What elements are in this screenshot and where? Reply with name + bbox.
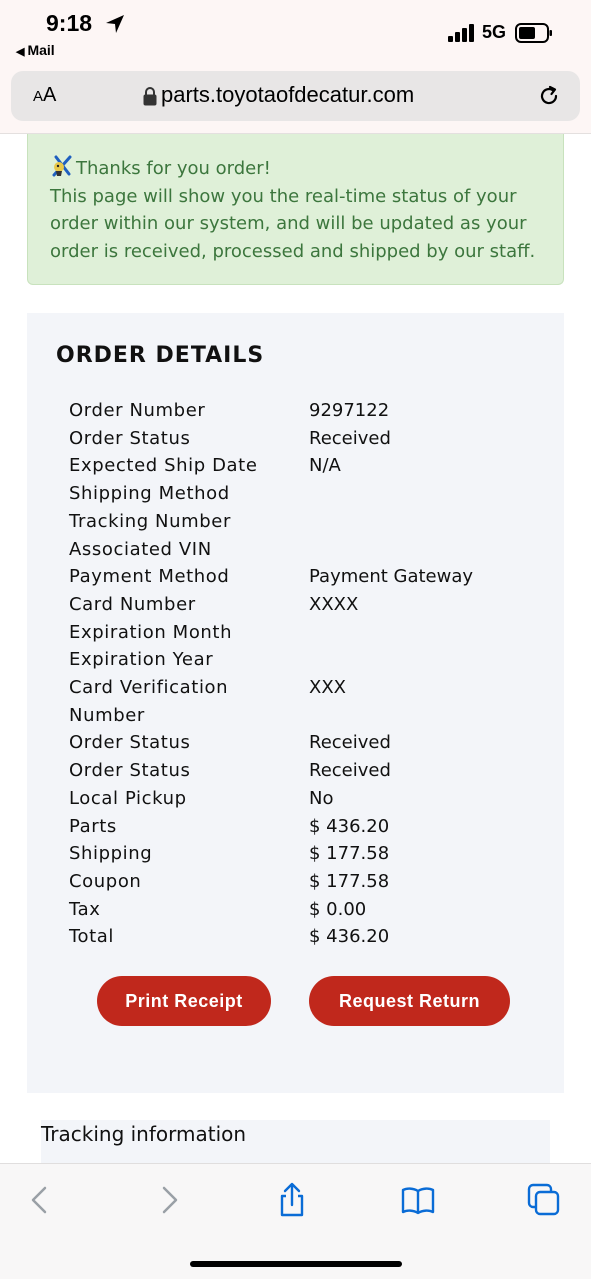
order-detail-label: Card Number bbox=[69, 593, 196, 615]
order-detail-row: Expiration Year bbox=[69, 646, 529, 674]
order-detail-row: Coupon $ 177.58 bbox=[69, 868, 529, 896]
reader-settings-button[interactable]: AA bbox=[33, 84, 56, 107]
order-detail-row: Number bbox=[69, 702, 529, 730]
status-bar: 9:18 ◀ Mail 5G bbox=[0, 0, 591, 64]
home-indicator[interactable] bbox=[190, 1261, 402, 1267]
order-detail-label: Total bbox=[69, 926, 115, 948]
order-detail-row: Local Pickup No bbox=[69, 785, 529, 813]
order-details-title: ORDER DETAILS bbox=[56, 343, 265, 368]
bookmarks-icon[interactable] bbox=[400, 1182, 436, 1218]
order-detail-label: Local Pickup bbox=[69, 787, 187, 809]
back-to-mail-link[interactable]: ◀ Mail bbox=[16, 42, 55, 58]
order-detail-label: Order Status bbox=[69, 732, 191, 754]
print-receipt-button[interactable]: Print Receipt bbox=[97, 976, 271, 1026]
order-detail-value: $ 436.20 bbox=[309, 815, 390, 837]
order-detail-value: XXXX bbox=[309, 593, 359, 615]
tabs-icon[interactable] bbox=[526, 1182, 562, 1218]
order-detail-label: Tracking Number bbox=[69, 510, 231, 532]
order-detail-row: Order Status Received bbox=[69, 729, 529, 757]
order-detail-label: Order Number bbox=[69, 400, 206, 421]
order-detail-value: $ 177.58 bbox=[309, 870, 390, 892]
order-detail-row: Associated VIN bbox=[69, 536, 529, 564]
order-detail-label: Card Verification bbox=[69, 677, 229, 699]
tracking-information-heading: Tracking information bbox=[41, 1120, 550, 1164]
order-detail-value bbox=[309, 480, 529, 508]
order-success-alert: Thanks for you order! This page will sho… bbox=[27, 134, 564, 285]
order-detail-label: Associated VIN bbox=[69, 538, 212, 560]
order-detail-label: Parts bbox=[69, 815, 117, 837]
order-detail-value bbox=[309, 646, 529, 674]
location-arrow-icon bbox=[106, 15, 124, 33]
order-detail-row: Tax $ 0.00 bbox=[69, 896, 529, 924]
order-detail-value: No bbox=[309, 787, 334, 809]
alert-line: Thanks for you order! bbox=[50, 154, 547, 183]
order-detail-label: Expected Ship Date bbox=[69, 455, 258, 477]
order-detail-row: Card Number XXXX bbox=[69, 591, 529, 619]
order-detail-label: Coupon bbox=[69, 870, 142, 892]
order-detail-row: Shipping $ 177.58 bbox=[69, 840, 529, 868]
order-detail-value: 9297122 bbox=[309, 400, 390, 421]
reload-icon[interactable] bbox=[536, 83, 562, 109]
order-detail-value: N/A bbox=[309, 455, 341, 477]
order-detail-value: $ 0.00 bbox=[309, 898, 367, 920]
request-return-button[interactable]: Request Return bbox=[309, 976, 510, 1026]
alert-line: This page will show you the real-time st… bbox=[50, 185, 517, 207]
order-detail-row: Order Status Received bbox=[69, 425, 529, 453]
order-detail-value bbox=[309, 702, 529, 730]
order-detail-value: Payment Gateway bbox=[309, 566, 474, 588]
order-detail-label: Shipping bbox=[69, 843, 153, 865]
order-detail-label: Payment Method bbox=[69, 566, 230, 588]
order-detail-label: Number bbox=[69, 704, 145, 726]
order-detail-label: Tax bbox=[69, 898, 101, 920]
alert-line: order is received, processed and shipped… bbox=[50, 240, 536, 262]
network-type: 5G bbox=[482, 22, 507, 42]
order-detail-row: Payment Method Payment Gateway bbox=[69, 563, 529, 591]
lock-icon bbox=[143, 87, 157, 106]
share-icon[interactable] bbox=[274, 1182, 310, 1218]
order-detail-row: Card Verification XXX bbox=[69, 674, 529, 702]
order-detail-row: Order Status Received bbox=[69, 757, 529, 785]
order-detail-row: Expected Ship Date N/A bbox=[69, 452, 529, 480]
alert-line: order within our system, and will be upd… bbox=[50, 213, 527, 234]
order-detail-value bbox=[309, 619, 529, 647]
back-triangle-icon: ◀ bbox=[16, 46, 25, 58]
order-detail-label: Expiration Year bbox=[69, 649, 214, 671]
order-detail-label: Order Status bbox=[69, 427, 191, 449]
order-detail-row: Parts $ 436.20 bbox=[69, 813, 529, 841]
order-detail-label: Order Status bbox=[69, 760, 191, 782]
mascot-icon bbox=[52, 155, 72, 177]
clock: 9:18 bbox=[46, 10, 93, 36]
order-detail-row: Expiration Month bbox=[69, 619, 529, 647]
order-detail-row: Tracking Number bbox=[69, 508, 529, 536]
order-detail-value: Received bbox=[309, 732, 391, 754]
order-detail-value: $ 436.20 bbox=[309, 926, 390, 948]
address-bar[interactable]: AA parts.toyotaofdecatur.com bbox=[11, 71, 580, 121]
cellular-signal-icon bbox=[448, 24, 474, 42]
order-details-panel: ORDER DETAILS Order Number 9297122 Order S… bbox=[27, 313, 564, 1093]
order-detail-value: Received bbox=[309, 427, 391, 449]
back-label: Mail bbox=[27, 42, 55, 58]
url-text[interactable]: parts.toyotaofdecatur.com bbox=[161, 82, 414, 108]
order-detail-label: Shipping Method bbox=[69, 483, 230, 505]
forward-chevron-icon[interactable] bbox=[151, 1182, 187, 1218]
battery-icon bbox=[515, 23, 552, 43]
order-detail-value: XXX bbox=[309, 677, 346, 699]
order-detail-label: Expiration Month bbox=[69, 621, 233, 643]
order-detail-value: $ 177.58 bbox=[309, 843, 390, 865]
back-chevron-icon[interactable] bbox=[22, 1182, 58, 1218]
order-detail-value bbox=[309, 508, 529, 536]
browser-chrome: AA parts.toyotaofdecatur.com bbox=[0, 64, 591, 134]
order-details-table: Order Number 9297122 Order Status Received E… bbox=[69, 397, 529, 951]
order-detail-row: Shipping Method bbox=[69, 480, 529, 508]
order-detail-row: Order Number 9297122 bbox=[69, 397, 529, 425]
order-detail-row: Total $ 436.20 bbox=[69, 923, 529, 951]
order-detail-value bbox=[309, 536, 529, 564]
order-detail-value: Received bbox=[309, 760, 391, 782]
